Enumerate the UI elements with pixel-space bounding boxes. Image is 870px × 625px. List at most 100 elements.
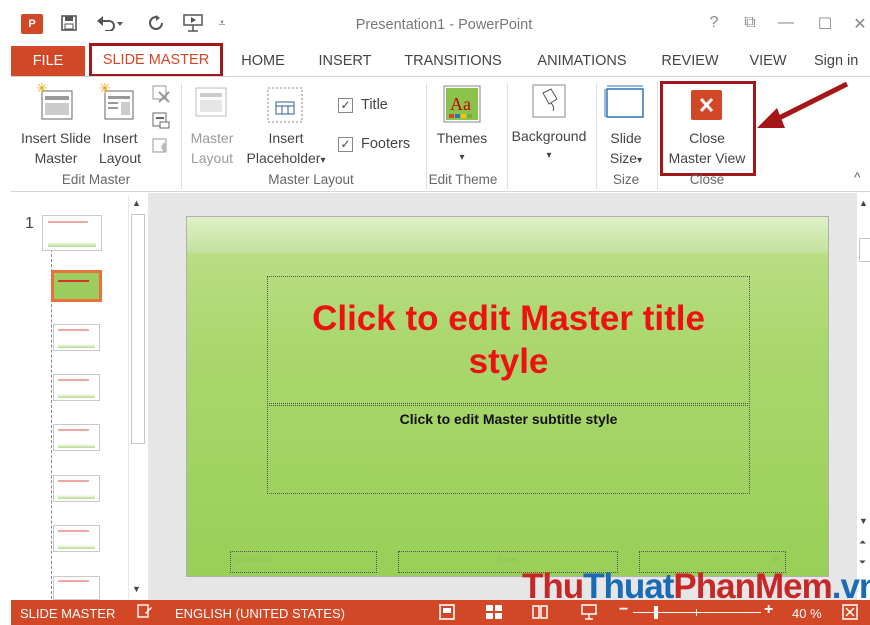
group-label-close: Close	[689, 172, 725, 187]
themes-label: Themes	[436, 130, 488, 146]
title-checkbox[interactable]: ✓	[338, 98, 353, 113]
background-dropdown-icon: ▾	[546, 150, 552, 161]
themes-button[interactable]: Themes ▾	[429, 128, 495, 168]
insert-layout-label-1: Insert	[102, 130, 138, 146]
zoom-level[interactable]: 40 %	[792, 606, 822, 621]
slide-size-icon	[604, 83, 646, 128]
group-label-master-layout: Master Layout	[268, 172, 354, 187]
svg-text:✳: ✳	[99, 83, 111, 96]
svg-text:✳: ✳	[36, 83, 48, 96]
previous-slide-icon[interactable]: ⏶	[859, 537, 866, 548]
title-placeholder[interactable]: Click to edit Master title style	[267, 276, 750, 404]
date-text: 11/28/2015	[236, 557, 271, 564]
insert-placeholder-label-2: Placeholder	[246, 150, 321, 166]
master-layout-icon	[194, 86, 230, 125]
footers-checkbox[interactable]: ✓	[338, 137, 353, 152]
rename-icon[interactable]	[151, 110, 171, 135]
ribbon: ✳ Insert Slide Master ✳ Insert Layout Ed…	[11, 76, 870, 192]
zoom-slider-thumb[interactable]	[654, 606, 658, 619]
slide-thumbnails-pane[interactable]: 1 ▲ ▼	[11, 193, 148, 600]
layout-thumbnail[interactable]	[53, 576, 100, 600]
status-bar: SLIDE MASTER ENGLISH (UNITED STATES) − +…	[11, 600, 870, 625]
tab-view[interactable]: VIEW	[744, 46, 792, 76]
status-language[interactable]: ENGLISH (UNITED STATES)	[175, 606, 345, 621]
ribbon-separator	[181, 83, 182, 189]
scroll-down-icon[interactable]: ▼	[859, 516, 868, 526]
close-master-view-button[interactable]: Close Master View	[661, 128, 753, 168]
master-layout-label-1: Master	[190, 130, 234, 146]
layout-thumbnail[interactable]	[53, 324, 100, 351]
tab-insert[interactable]: INSERT	[312, 46, 378, 76]
reading-view-icon[interactable]	[531, 603, 549, 624]
insert-slide-master-label-1: Insert Slide	[20, 130, 92, 146]
insert-layout-label-2: Layout	[98, 150, 142, 166]
tab-review[interactable]: REVIEW	[656, 46, 724, 76]
slide-number: 1	[25, 215, 34, 232]
dropdown-arrow-icon: ▾	[320, 155, 326, 166]
scroll-up-icon[interactable]: ▲	[859, 198, 868, 208]
minimize-icon[interactable]: —	[776, 14, 796, 32]
themes-icon: Aa	[442, 84, 482, 129]
fit-slide-icon[interactable]	[841, 603, 859, 624]
group-label-edit-master: Edit Master	[61, 172, 131, 187]
close-window-icon[interactable]: ✕	[850, 14, 870, 34]
title-checkbox-label: Title	[361, 97, 388, 113]
normal-view-icon[interactable]	[438, 603, 456, 624]
tab-home[interactable]: HOME	[233, 46, 293, 76]
date-placeholder[interactable]: 11/28/2015	[230, 551, 377, 573]
thumbnail-scrollbar[interactable]: ▲ ▼	[128, 196, 147, 599]
tab-transitions[interactable]: TRANSITIONS	[398, 46, 508, 76]
sign-in-link[interactable]: Sign in	[814, 46, 870, 76]
layout-thumbnail[interactable]	[53, 374, 100, 401]
subtitle-placeholder[interactable]: Click to edit Master subtitle style	[267, 405, 750, 494]
insert-layout-button[interactable]: Insert Layout	[95, 128, 145, 168]
insert-placeholder-button[interactable]: Insert Placeholder▾	[239, 128, 333, 171]
scroll-thumb[interactable]	[859, 238, 870, 262]
ribbon-display-options-icon[interactable]: ⧉	[740, 14, 760, 32]
insert-placeholder-icon	[265, 85, 305, 130]
slide-scrollbar[interactable]: ▲ ▼ ⏶ ⏷	[857, 193, 870, 600]
layout-thumbnail[interactable]	[53, 424, 100, 451]
help-icon[interactable]: ?	[704, 14, 724, 32]
tab-slide-master[interactable]: SLIDE MASTER	[89, 43, 223, 77]
slide-canvas[interactable]: Click to edit Master title style Click t…	[186, 216, 829, 577]
layout-thumbnail-selected[interactable]	[51, 270, 102, 302]
group-label-edit-theme: Edit Theme	[428, 172, 498, 187]
zoom-out-icon[interactable]: −	[619, 601, 628, 619]
slide-sorter-icon[interactable]	[485, 603, 503, 624]
close-master-view-icon	[691, 90, 722, 120]
tab-animations[interactable]: ANIMATIONS	[527, 46, 637, 76]
scroll-up-icon[interactable]: ▲	[132, 198, 141, 208]
footers-checkbox-label: Footers	[361, 136, 411, 152]
master-thumbnail[interactable]	[42, 215, 102, 251]
insert-slide-master-icon: ✳	[36, 80, 76, 128]
themes-dropdown-icon: ▾	[459, 152, 465, 163]
slideshow-view-icon[interactable]	[580, 603, 598, 624]
ribbon-separator	[596, 83, 597, 189]
close-master-view-label-2: Master View	[668, 150, 746, 166]
master-layout-label-2: Layout	[190, 150, 234, 166]
master-subtitle-text: Click to edit Master subtitle style	[399, 411, 618, 427]
scroll-down-icon[interactable]: ▼	[132, 584, 141, 594]
preserve-icon[interactable]	[151, 136, 171, 161]
delete-slide-icon[interactable]	[151, 83, 171, 108]
ribbon-separator	[657, 83, 658, 189]
zoom-in-icon[interactable]: +	[764, 601, 773, 619]
slide-size-label-2: Size	[609, 150, 638, 166]
status-mode: SLIDE MASTER	[20, 606, 116, 621]
collapse-ribbon-icon[interactable]: ^	[854, 169, 861, 185]
slide-size-label-1: Slide	[610, 130, 642, 146]
tab-file[interactable]: FILE	[11, 46, 85, 76]
master-layout-button[interactable]: Master Layout	[185, 128, 239, 168]
layout-thumbnail[interactable]	[53, 475, 100, 502]
zoom-slider[interactable]	[633, 606, 761, 619]
scroll-thumb[interactable]	[131, 214, 145, 444]
layout-thumbnail[interactable]	[53, 525, 100, 552]
zoom-slider-center-tick	[696, 609, 697, 616]
background-button[interactable]: Background ▾	[505, 126, 593, 166]
insert-slide-master-button[interactable]: Insert Slide Master	[16, 128, 96, 168]
maximize-icon[interactable]: ☐	[815, 14, 835, 34]
notes-status-icon[interactable]	[137, 603, 153, 622]
insert-slide-master-label-2: Master	[34, 150, 78, 166]
slide-size-button[interactable]: Slide Size▾	[600, 128, 652, 171]
